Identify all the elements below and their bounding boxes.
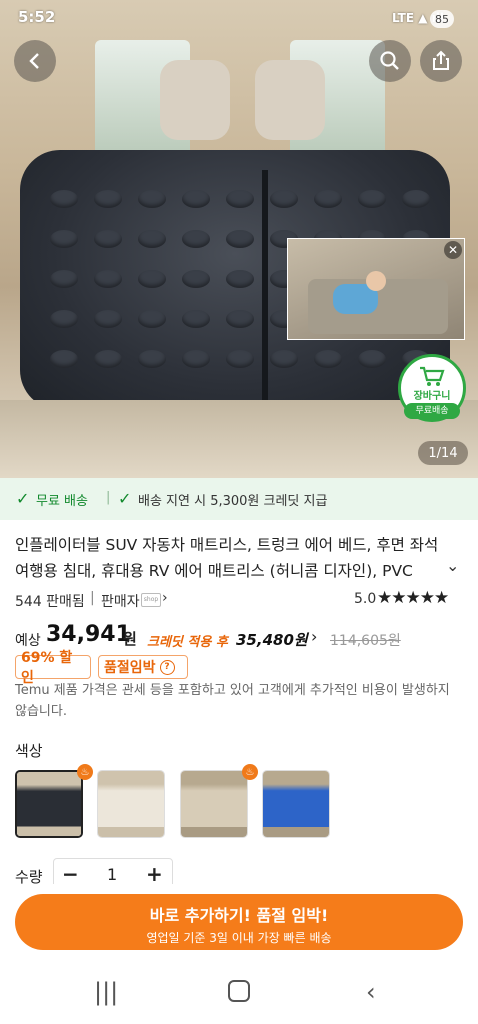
recent-apps-icon[interactable]: ||| [94, 978, 118, 1006]
mattress-bump [50, 190, 78, 208]
mattress-bump [226, 350, 254, 368]
seat-headrest [255, 60, 325, 140]
rating-value: 5.0 [354, 591, 377, 607]
seller-label[interactable]: 판매자 [101, 591, 140, 611]
inset-head [366, 271, 386, 291]
mattress-bump [402, 190, 430, 208]
mattress-bump [270, 190, 298, 208]
mattress-bump [94, 230, 122, 248]
price-amount: 34,941 [46, 622, 131, 647]
mattress-bump [358, 350, 386, 368]
mattress-bump [182, 350, 210, 368]
back-nav-icon[interactable]: ‹ [366, 978, 376, 1006]
mattress-bump [138, 190, 166, 208]
free-shipping-text: 무료 배송 [36, 494, 88, 509]
check-icon: ✓ [16, 489, 30, 508]
rating-stars[interactable]: ★★★★★ [377, 588, 449, 608]
mattress-bump [226, 230, 254, 248]
cart-label: 장바구니 [413, 391, 451, 402]
mattress-bump [226, 270, 254, 288]
close-icon[interactable]: ✕ [444, 241, 462, 259]
mattress-bump [50, 350, 78, 368]
quantity-plus-button[interactable]: + [146, 862, 163, 886]
thumb-image [263, 771, 329, 837]
credit-label[interactable]: 크레딧 적용 후 [147, 631, 228, 650]
delay-credit-text: 배송 지연 시 5,300원 크레딧 지급 [138, 494, 328, 509]
expand-title-icon[interactable]: ⌄ [446, 556, 459, 575]
seat-headrest [160, 60, 230, 140]
quantity-value[interactable]: 1 [107, 865, 117, 884]
thumb-image [98, 771, 164, 837]
sold-count: 544 판매됨 [15, 594, 85, 610]
mattress-bump [50, 270, 78, 288]
cta-sub-label: 영업일 기준 3일 이내 가장 빠른 배송 [146, 931, 332, 945]
color-label: 색상 [15, 742, 43, 760]
seller-logo[interactable]: shop [141, 593, 161, 607]
color-option-beige[interactable] [97, 770, 165, 838]
home-icon[interactable] [228, 980, 250, 1002]
cart-icon [420, 366, 445, 386]
mattress-bump [182, 230, 210, 248]
mattress-bump [182, 190, 210, 208]
chevron-right-icon[interactable]: › [311, 627, 317, 646]
soldout-label: 품절임박 [104, 660, 156, 676]
color-option-blue[interactable] [262, 770, 330, 838]
credit-price[interactable]: 35,480원 [236, 629, 308, 650]
share-button[interactable] [420, 40, 462, 82]
cart-free-shipping: 무료배송 [404, 403, 460, 419]
mattress-bump [226, 310, 254, 328]
mattress-bump [182, 310, 210, 328]
fire-icon: ♨ [77, 764, 93, 780]
mattress-bump [138, 270, 166, 288]
mattress-bump [358, 190, 386, 208]
image-counter: 1/14 [418, 441, 468, 465]
shipping-banner[interactable]: ✓ 무료 배송 | ✓ 배송 지연 시 5,300원 크레딧 지급 [0, 478, 478, 520]
mattress-bump [94, 310, 122, 328]
mattress-bump [270, 350, 298, 368]
mattress-bump [226, 190, 254, 208]
thumb-image [17, 772, 81, 836]
video-preview[interactable]: ✕ [287, 238, 465, 340]
original-price: 114,605원 [330, 633, 401, 649]
mattress-bump [50, 230, 78, 248]
product-title: 인플레이터블 SUV 자동차 매트리스, 트렁크 에어 베드, 후면 좌석 여행… [15, 536, 439, 580]
mattress-bump [94, 270, 122, 288]
mattress-bump [182, 270, 210, 288]
cart-badge[interactable]: 장바구니 무료배송 [398, 354, 466, 422]
price-notice: Temu 제품 가격은 관세 등을 포함하고 있어 고객에게 추가적인 비용이 … [15, 683, 450, 719]
mattress-bump [138, 310, 166, 328]
divider: | [90, 590, 95, 606]
mattress-bump [314, 350, 342, 368]
search-button[interactable] [369, 40, 411, 82]
mattress-bump [94, 350, 122, 368]
chevron-left-icon [29, 53, 39, 69]
quantity-minus-button[interactable]: − [62, 862, 79, 886]
search-icon [380, 51, 399, 70]
mattress-bump [314, 190, 342, 208]
soldout-tag[interactable]: 품절임박 ? [98, 655, 188, 679]
thumb-image [181, 771, 247, 837]
mattress-divider [262, 170, 268, 400]
color-option-grey-beige[interactable] [180, 770, 248, 838]
cta-main-label: 바로 추가하기! 품절 임박! [149, 906, 329, 925]
share-icon [433, 50, 449, 70]
product-image[interactable]: 5:52 LTE ▲ ıll 85 ✕ 장바구니 무료배송 1/14 [0, 0, 478, 478]
discount-tag: 69% 할인 [15, 650, 91, 686]
mattress-bump [50, 310, 78, 328]
add-to-cart-button[interactable]: 바로 추가하기! 품절 임박! 영업일 기준 3일 이내 가장 빠른 배송 [15, 894, 463, 950]
fire-icon: ♨ [242, 764, 258, 780]
back-button[interactable] [14, 40, 56, 82]
mattress-bump [138, 230, 166, 248]
price-unit: 원 [123, 630, 137, 648]
check-icon: ✓ [118, 489, 132, 508]
chevron-right-icon[interactable]: › [162, 590, 168, 606]
status-time: 5:52 [18, 8, 56, 26]
mattress-bump [94, 190, 122, 208]
color-option-black[interactable] [15, 770, 83, 838]
help-icon: ? [159, 659, 175, 675]
divider: | [106, 490, 111, 505]
mattress-bump [138, 350, 166, 368]
battery-icon: 85 [430, 10, 454, 28]
